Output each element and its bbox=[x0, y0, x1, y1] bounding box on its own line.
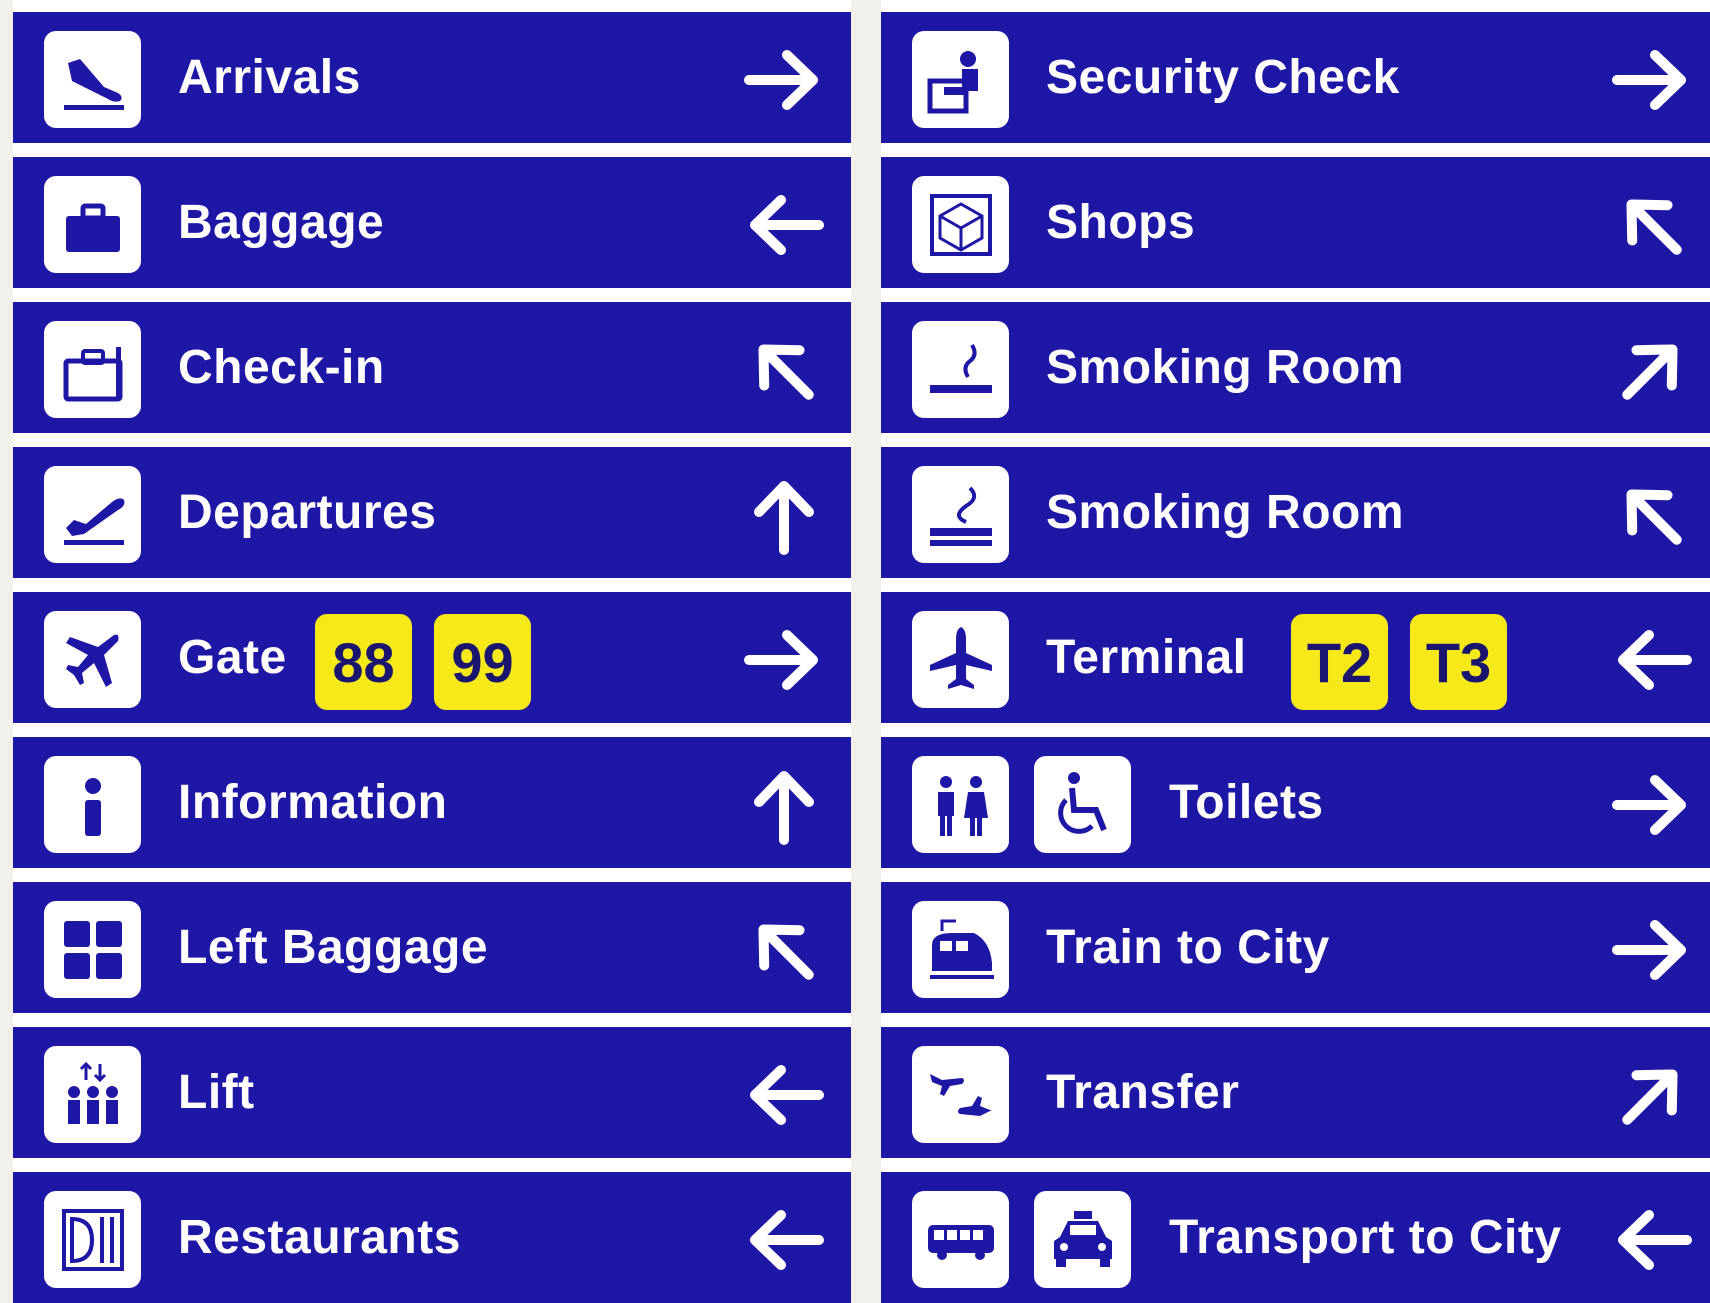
sign-label: Smoking Room bbox=[1046, 486, 1405, 539]
sign-label: Toilets bbox=[1169, 776, 1324, 829]
arrow-up-icon bbox=[741, 762, 827, 848]
sign-label: Check-in bbox=[178, 341, 385, 394]
sign-label: Shops bbox=[1046, 196, 1196, 249]
arrow-left-icon bbox=[741, 1197, 827, 1283]
sign-smoking-room: Smoking Room bbox=[881, 447, 1710, 578]
badge: T2 bbox=[1291, 614, 1388, 710]
transfer-planes-icon bbox=[912, 1046, 1009, 1143]
arrow-up-left-icon bbox=[741, 907, 827, 993]
sign-label: Arrivals bbox=[178, 51, 361, 104]
sign-label: Gate bbox=[178, 631, 287, 684]
sign-label: Train to City bbox=[1046, 921, 1330, 974]
train-icon bbox=[912, 901, 1009, 998]
arrow-left-icon bbox=[1609, 617, 1695, 703]
sign-transfer: Transfer bbox=[881, 1027, 1710, 1158]
sign-arrivals: Arrivals bbox=[13, 12, 851, 143]
sign-baggage: Baggage bbox=[13, 157, 851, 288]
sign-restaurants: Restaurants bbox=[13, 1172, 851, 1303]
sign-gate: Gate 88 99 bbox=[13, 592, 851, 723]
sign-label: Transfer bbox=[1046, 1066, 1240, 1119]
sign-departures: Departures bbox=[13, 447, 851, 578]
information-icon bbox=[44, 756, 141, 853]
sign-security-check: Security Check bbox=[881, 12, 1710, 143]
arrow-right-icon bbox=[741, 617, 827, 703]
taxi-icon bbox=[1034, 1191, 1131, 1288]
arrow-right-icon bbox=[1609, 37, 1695, 123]
sign-train-to-city: Train to City bbox=[881, 882, 1710, 1013]
sign-label: Smoking Room bbox=[1046, 341, 1405, 394]
sign-information: Information bbox=[13, 737, 851, 868]
sign-label: Transport to City bbox=[1169, 1211, 1562, 1264]
airplane-icon bbox=[44, 611, 141, 708]
sign-label: Departures bbox=[178, 486, 437, 539]
arrow-up-right-icon bbox=[1609, 327, 1695, 413]
check-in-counter-icon bbox=[44, 321, 141, 418]
arrow-left-icon bbox=[741, 1052, 827, 1138]
badge: 88 bbox=[315, 614, 412, 710]
sign-transport-to-city: Transport to City bbox=[881, 1172, 1710, 1303]
arrow-up-left-icon bbox=[741, 327, 827, 413]
badge: 99 bbox=[434, 614, 531, 710]
arrow-left-icon bbox=[741, 182, 827, 268]
airplane-up-icon bbox=[912, 611, 1009, 708]
gift-box-icon bbox=[912, 176, 1009, 273]
sign-label: Terminal bbox=[1046, 631, 1247, 684]
sign-smoking-room: Smoking Room bbox=[881, 302, 1710, 433]
left-sign-column: Arrivals Baggage Check-in Departures Gate 88 9… bbox=[13, 0, 851, 1303]
bus-icon bbox=[912, 1191, 1009, 1288]
sign-toilets: Toilets bbox=[881, 737, 1710, 868]
security-officer-icon bbox=[912, 31, 1009, 128]
badge: T3 bbox=[1410, 614, 1507, 710]
arrow-up-icon bbox=[741, 472, 827, 558]
arrow-right-icon bbox=[1609, 907, 1695, 993]
sign-lift: Lift bbox=[13, 1027, 851, 1158]
arrow-left-icon bbox=[1609, 1197, 1695, 1283]
arrow-right-icon bbox=[1609, 762, 1695, 848]
sign-terminal: Terminal T2 T3 bbox=[881, 592, 1710, 723]
lift-icon bbox=[44, 1046, 141, 1143]
sign-label: Security Check bbox=[1046, 51, 1400, 104]
right-sign-column: Security Check Shops Smoking Room Smoking R… bbox=[881, 0, 1710, 1303]
arrow-up-right-icon bbox=[1609, 1052, 1695, 1138]
sign-label: Left Baggage bbox=[178, 921, 489, 974]
arrivals-plane-icon bbox=[44, 31, 141, 128]
sign-label: Restaurants bbox=[178, 1211, 461, 1264]
arrow-up-left-icon bbox=[1609, 182, 1695, 268]
smoking-ashtray-icon bbox=[912, 466, 1009, 563]
arrow-right-icon bbox=[741, 37, 827, 123]
sign-shops: Shops bbox=[881, 157, 1710, 288]
toilets-icon bbox=[912, 756, 1009, 853]
sign-label: Information bbox=[178, 776, 448, 829]
lockers-icon bbox=[44, 901, 141, 998]
cigarette-icon bbox=[912, 321, 1009, 418]
sign-check-in: Check-in bbox=[13, 302, 851, 433]
sign-label: Lift bbox=[178, 1066, 255, 1119]
sign-label: Baggage bbox=[178, 196, 385, 249]
restaurant-cutlery-icon bbox=[44, 1191, 141, 1288]
sign-left-baggage: Left Baggage bbox=[13, 882, 851, 1013]
arrow-up-left-icon bbox=[1609, 472, 1695, 558]
wheelchair-icon bbox=[1034, 756, 1131, 853]
suitcase-icon bbox=[44, 176, 141, 273]
departures-plane-icon bbox=[44, 466, 141, 563]
